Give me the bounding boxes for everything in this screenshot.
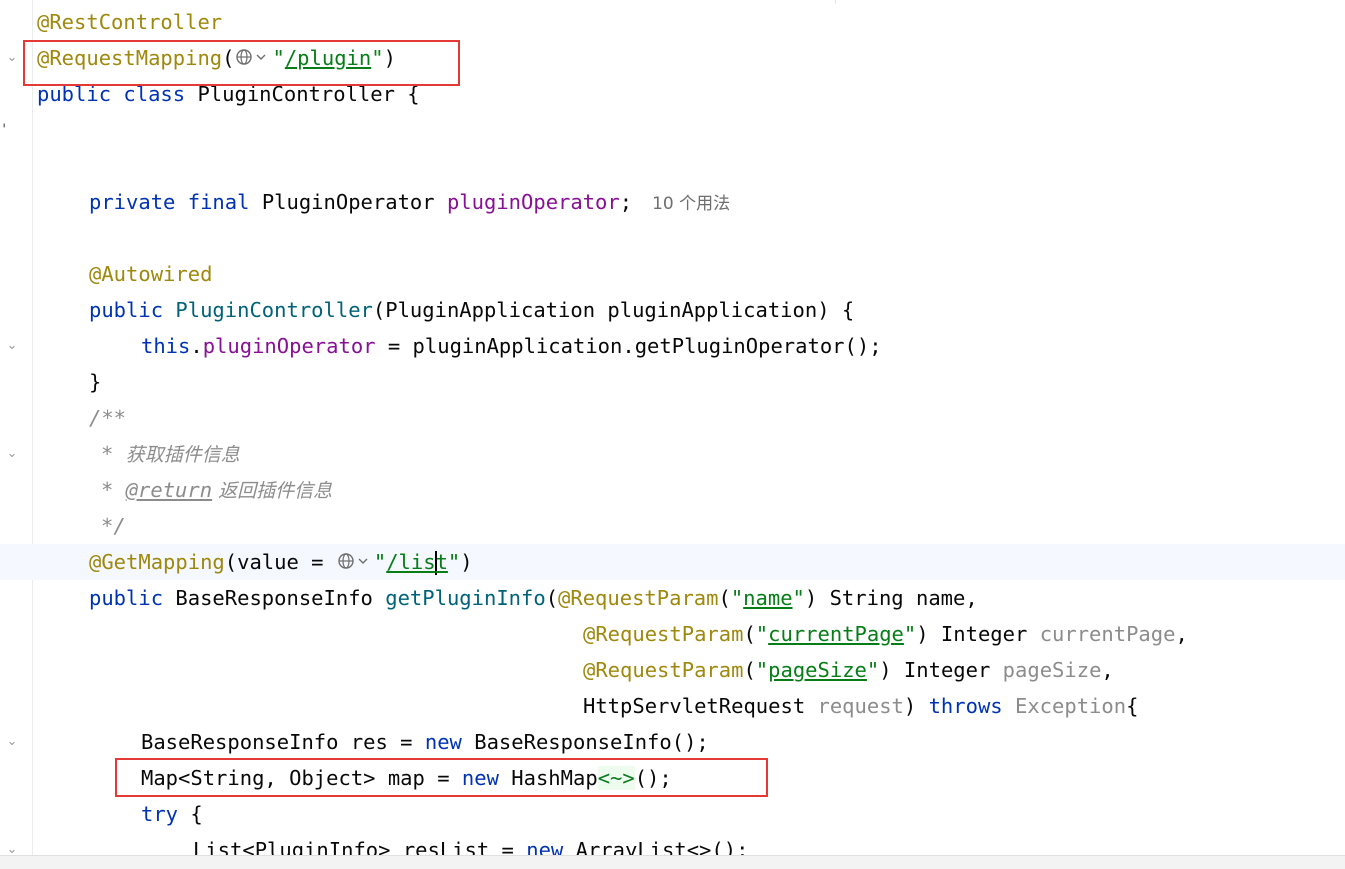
- code-line-18[interactable]: @RequestParam("currentPage") Integer cur…: [0, 616, 1345, 652]
- code-line-21[interactable]: BaseResponseInfo res = new BaseResponseI…: [0, 724, 1345, 760]
- annotation-rest-controller: @RestController: [37, 10, 223, 34]
- code-line-24[interactable]: List<PluginInfo> resList = new ArrayList…: [0, 832, 1345, 855]
- method-name: getPluginInfo: [385, 586, 546, 610]
- code-line-6[interactable]: private final PluginOperator pluginOpera…: [0, 184, 1345, 220]
- code-line-10[interactable]: this.pluginOperator = pluginApplication.…: [0, 328, 1345, 364]
- annotation-get-mapping: @GetMapping: [89, 550, 225, 574]
- code-line-20[interactable]: ⌄ HttpServletRequest request) throws Exc…: [0, 688, 1345, 749]
- usages-inlay-hint[interactable]: 10 个用法: [652, 194, 730, 214]
- highlight-box-request-mapping: [23, 40, 460, 86]
- code-line-17[interactable]: public BaseResponseInfo getPluginInfo(@R…: [0, 580, 1345, 616]
- doc-return-tag: @return: [125, 478, 213, 502]
- code-line-8[interactable]: @Autowired: [0, 256, 1345, 292]
- field-plugin-operator: pluginOperator: [446, 190, 620, 214]
- code-line-12[interactable]: ⌄ /**: [0, 400, 1345, 461]
- horizontal-scrollbar[interactable]: [0, 855, 1345, 869]
- gutter-marker: ': [0, 122, 9, 138]
- code-line-9[interactable]: ⌄ public PluginController(PluginApplicat…: [0, 292, 1345, 353]
- code-line-23[interactable]: ⌄ try {: [0, 796, 1345, 855]
- constructor-name: PluginController: [175, 298, 373, 322]
- code-line-11[interactable]: }: [0, 364, 1345, 400]
- globe-icon[interactable]: [337, 545, 373, 581]
- code-line-16-current[interactable]: @GetMapping(value = "/list"): [0, 544, 1345, 580]
- url-path-list[interactable]: /lis: [386, 550, 435, 574]
- code-editor[interactable]: ⌄ @RestController @RequestMapping("/plug…: [0, 0, 1345, 855]
- code-line-15[interactable]: */: [0, 508, 1345, 544]
- code-line-19[interactable]: @RequestParam("pageSize") Integer pageSi…: [0, 652, 1345, 688]
- code-line-14[interactable]: * @return 返回插件信息: [0, 472, 1345, 508]
- doc-comment-text: 获取插件信息: [125, 444, 240, 466]
- code-line-1[interactable]: ⌄ @RestController: [0, 4, 1345, 65]
- highlight-box-hashmap: [115, 758, 768, 797]
- code-line-13[interactable]: * 获取插件信息: [0, 436, 1345, 472]
- annotation-autowired: @Autowired: [89, 262, 213, 286]
